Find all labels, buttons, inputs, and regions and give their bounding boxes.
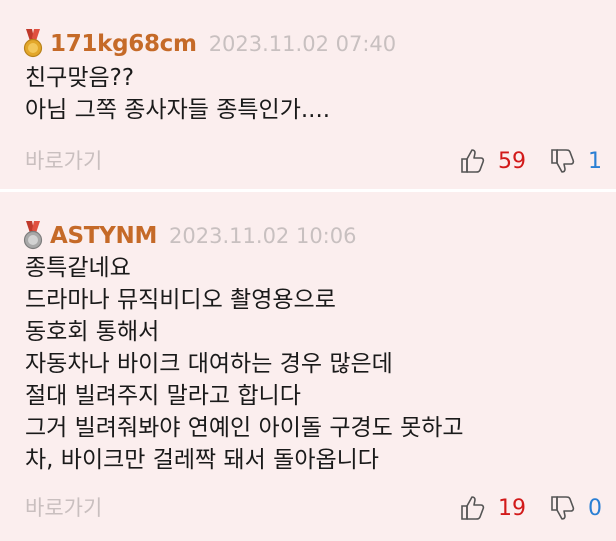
downvote-button[interactable]: 1	[548, 146, 602, 176]
vote-controls: 59 1	[458, 146, 602, 176]
silver-medal-icon	[22, 221, 44, 251]
upvote-count: 19	[498, 495, 526, 521]
comment-1: 171kg68cm 2023.11.02 07:40 친구맞음?? 아님 그쪽 …	[0, 0, 616, 190]
comment-date: 2023.11.02 10:06	[169, 224, 357, 248]
gold-medal-icon	[22, 29, 44, 59]
comment-header: ASTYNM 2023.11.02 10:06	[22, 220, 356, 252]
comment-line: 드라마나 뮤직비디오 촬영용으로	[25, 287, 336, 313]
comment-line: 절대 빌려주지 말라고 합니다	[25, 383, 301, 409]
reply-link[interactable]: 바로가기	[25, 492, 102, 522]
comment-header: 171kg68cm 2023.11.02 07:40	[22, 28, 396, 60]
comment-nickname[interactable]: ASTYNM	[50, 223, 157, 249]
comment-line: 종특같네요	[25, 255, 131, 281]
comment-date: 2023.11.02 07:40	[208, 32, 397, 56]
comment-body: 친구맞음?? 아님 그쪽 종사자들 종특인가....	[25, 62, 330, 126]
comment-2: ASTYNM 2023.11.02 10:06 종특같네요 드라마나 뮤직비디오…	[0, 192, 616, 541]
thumbs-up-icon	[461, 496, 485, 520]
upvote-button[interactable]: 59	[458, 146, 548, 176]
upvote-button[interactable]: 19	[458, 493, 548, 523]
downvote-count: 0	[588, 495, 602, 521]
comment-nickname[interactable]: 171kg68cm	[50, 31, 197, 57]
reply-link[interactable]: 바로가기	[25, 145, 102, 175]
comment-line: 아님 그쪽 종사자들 종특인가....	[25, 97, 331, 123]
upvote-count: 59	[498, 148, 526, 174]
comment-line: 차, 바이크만 걸레짝 돼서 돌아옵니다	[25, 447, 379, 473]
comment-line: 친구맞음??	[25, 65, 135, 91]
vote-controls: 19 0	[458, 493, 602, 523]
thumbs-down-icon	[551, 149, 575, 173]
comment-line: 그거 빌려줘봐야 연예인 아이돌 구경도 못하고	[25, 415, 464, 441]
comment-body: 종특같네요 드라마나 뮤직비디오 촬영용으로 동호회 통해서 자동차나 바이크 …	[25, 252, 464, 476]
comment-line: 자동차나 바이크 대여하는 경우 많은데	[25, 351, 393, 377]
downvote-count: 1	[588, 148, 602, 174]
thumbs-up-icon	[461, 149, 485, 173]
downvote-button[interactable]: 0	[548, 493, 602, 523]
comment-line: 동호회 통해서	[25, 319, 160, 345]
thumbs-down-icon	[551, 496, 575, 520]
